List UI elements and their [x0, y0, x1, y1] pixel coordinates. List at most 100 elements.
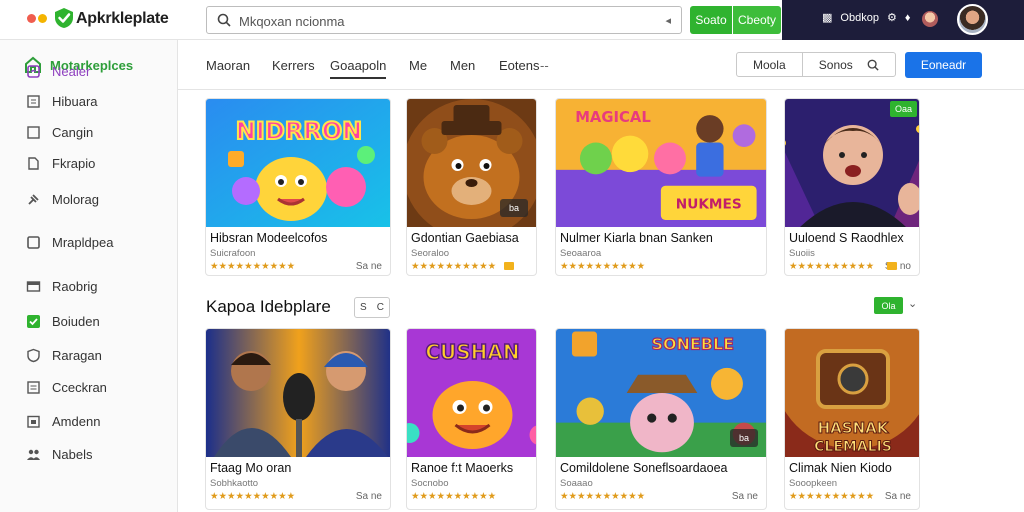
app-card[interactable]: Ftaag Mo oran Sobhkaotto ★★★★★★★★★★ Sa ne	[205, 328, 391, 510]
sidebar-item-6[interactable]: Mrapldpea	[26, 233, 113, 251]
app-title: Uuloend S Raodhlex	[789, 231, 904, 245]
segment-right-label: Sonos	[818, 57, 853, 72]
media-badge: ba	[500, 199, 528, 217]
tab-2[interactable]: Kerrers	[272, 58, 315, 73]
sidebar-item-8[interactable]: Boiuden	[26, 312, 100, 330]
sidebar-item-7[interactable]: Raobrig	[26, 277, 98, 295]
app-thumbnail[interactable]: MAGICAL NUKMES	[556, 99, 766, 227]
new-badge: Oaa	[890, 101, 917, 117]
search-bar[interactable]: ◂	[206, 6, 682, 34]
segment-left[interactable]: Moola	[737, 53, 803, 76]
star-rating: ★★★★★★★★★★	[411, 491, 497, 502]
app-card[interactable]: NIDRRON Hibsran Modeelcofos Suicrafoon ★★★…	[205, 98, 391, 276]
app-price[interactable]: Sa ne	[356, 491, 382, 502]
sidebar-item-4[interactable]: Fkrapio	[26, 154, 95, 172]
status-avatar[interactable]	[922, 11, 938, 27]
app-subtitle: Seoraloo	[411, 248, 450, 259]
search-input[interactable]	[239, 11, 649, 31]
section-ctrl-right[interactable]: C	[377, 302, 384, 313]
document-icon	[26, 94, 41, 109]
primary-button[interactable]: Soato	[690, 6, 732, 34]
app-card[interactable]: MAGICAL NUKMES Nulmer Kiarla bnan Sanken…	[555, 98, 767, 276]
app-price[interactable]: Sa ne	[356, 261, 382, 272]
sidebar-item-10[interactable]: Cceckran	[26, 378, 107, 396]
sidebar-item-5[interactable]: Molorag	[26, 190, 99, 208]
app-card[interactable]: Uuloend S Raodhlex Suoiis ★★★★★★★★★★ Sa no O…	[784, 98, 920, 276]
cta-button[interactable]: Eoneadr	[905, 52, 982, 78]
file-icon	[26, 156, 41, 171]
tab-4[interactable]: Me	[409, 58, 427, 73]
sidebar-item-11[interactable]: Amdenn	[26, 412, 100, 430]
segment-right[interactable]: Sonos	[803, 53, 895, 76]
discount-badge	[504, 262, 514, 270]
sidebar-item-12[interactable]: Nabels	[26, 445, 92, 463]
media-badge: ba	[730, 429, 758, 447]
sidebar-item-label: Raobrig	[52, 278, 98, 294]
svg-text:CLEMALIS: CLEMALIS	[814, 439, 892, 455]
star-rating: ★★★★★★★★★★	[560, 261, 646, 272]
tab-5[interactable]: Men	[450, 58, 475, 73]
app-title: Comildolene Soneflsoardaoea	[560, 461, 728, 475]
box-icon	[26, 125, 41, 140]
window-dots	[27, 14, 47, 23]
star-rating: ★★★★★★★★★★	[411, 261, 497, 272]
brand-name[interactable]: Apkrkleplate	[76, 10, 169, 28]
app-price[interactable]: Sa ne	[732, 491, 758, 502]
app-thumbnail[interactable]: NIDRRON	[206, 99, 390, 227]
app-subtitle: Suoiis	[789, 248, 815, 259]
chevron-down-icon[interactable]: ⌄	[908, 297, 917, 310]
app-title: Ftaag Mo oran	[210, 461, 292, 475]
sidebar-item-label: Nealer	[52, 63, 91, 79]
star-rating: ★★★★★★★★★★	[789, 491, 875, 502]
app-subtitle: Sobhkaotto	[210, 478, 259, 489]
voice-icon[interactable]: ◂	[665, 14, 671, 27]
tab-6[interactable]: Eotens	[499, 58, 539, 73]
brand-shield-icon	[55, 8, 73, 28]
app-card[interactable]: SONEBLE Comildolene Soneflsoardaoea Soaaa…	[555, 328, 767, 510]
sidebar: Motarkeplces Nealer Hibuara Cangin Fkrapio M…	[0, 40, 178, 512]
list-icon	[26, 380, 41, 395]
sidebar-item-label: Hibuara	[52, 93, 98, 109]
sidebar-item-9[interactable]: Raragan	[26, 346, 102, 364]
tab-bar: Maoran Kerrers Goaapoln Me Men Eotens --	[178, 40, 1024, 90]
bell-icon[interactable]: ♦	[905, 12, 911, 24]
sidebar-item-label: Cangin	[52, 124, 94, 140]
tab-3-active[interactable]: Goaapoln	[330, 58, 387, 79]
app-card[interactable]: HASNAK CLEMALIS Climak Nien Kiodo Sooopke…	[784, 328, 920, 510]
top-bar: Apkrkleplate ◂ Soato Cbeoty ▩ Obdkop ⚙ ♦	[0, 0, 1024, 40]
red-dot-icon	[27, 14, 36, 23]
star-rating: ★★★★★★★★★★	[210, 491, 296, 502]
sidebar-item-label: Fkrapio	[52, 155, 96, 171]
account-label[interactable]: Obdkop	[840, 12, 879, 24]
section-ctrl-left[interactable]: S	[360, 302, 367, 313]
sidebar-item-3[interactable]: Cangin	[26, 123, 93, 141]
app-subtitle: Soaaao	[560, 478, 593, 489]
app-thumbnail[interactable]: HASNAK CLEMALIS	[785, 329, 919, 457]
more-tabs-button[interactable]: --	[540, 58, 549, 73]
svg-text:HASNAK: HASNAK	[818, 419, 890, 437]
app-title: Ranoe f:t Maoerks	[411, 461, 514, 475]
app-title: Nulmer Kiarla bnan Sanken	[560, 231, 713, 245]
secondary-button[interactable]: Cbeoty	[733, 6, 781, 34]
section-badge[interactable]: Ola	[874, 297, 903, 314]
app-subtitle: Seoaaroa	[560, 248, 602, 259]
svg-text:CUSHAN: CUSHAN	[425, 340, 519, 364]
tab-1[interactable]: Maoran	[206, 58, 250, 73]
app-thumbnail[interactable]: CUSHAN	[407, 329, 536, 457]
user-avatar[interactable]	[957, 4, 988, 35]
sidebar-item-1[interactable]: Nealer	[26, 62, 90, 80]
sidebar-item-2[interactable]: Hibuara	[26, 92, 98, 110]
app-card[interactable]: Gdontian Gaebiasa Seoraloo ★★★★★★★★★★ ba	[406, 98, 537, 276]
app-thumbnail[interactable]	[206, 329, 390, 457]
grid-icon[interactable]: ▩	[822, 11, 832, 24]
search-icon	[867, 59, 879, 71]
app-card[interactable]: CUSHAN Ranoe f:t Maoerks Socnobo ★★★★★★★★★…	[406, 328, 537, 510]
star-rating: ★★★★★★★★★★	[560, 491, 646, 502]
app-thumbnail[interactable]	[785, 99, 919, 227]
tag-icon	[26, 64, 41, 79]
app-subtitle: Socnobo	[411, 478, 449, 489]
sidebar-item-label: Cceckran	[52, 379, 107, 395]
settings-icon[interactable]: ⚙	[887, 11, 897, 24]
app-price[interactable]: Sa ne	[885, 491, 911, 502]
card-icon	[26, 279, 41, 294]
